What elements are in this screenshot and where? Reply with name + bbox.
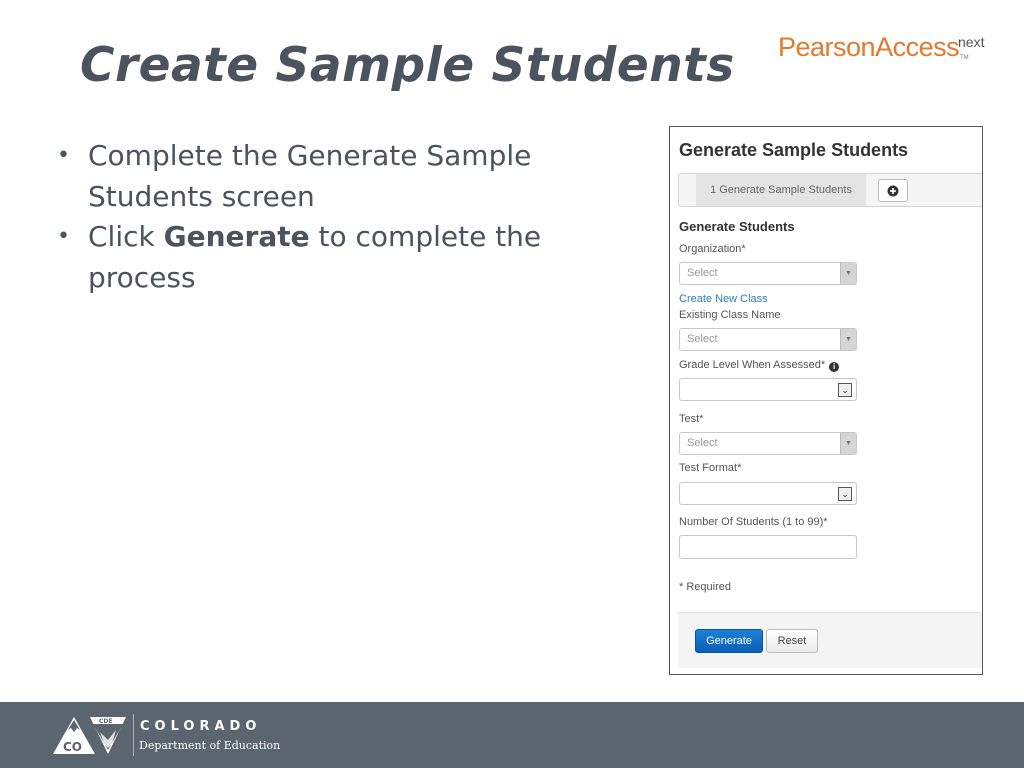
bullet-list: • Complete the Generate Sample Students … — [55, 136, 615, 298]
existing-class-label: Existing Class Name — [679, 309, 781, 321]
test-format-select[interactable]: ⌄ — [679, 482, 857, 505]
screen-title: Generate Sample Students — [679, 140, 909, 160]
bullet-item: • Complete the Generate Sample Students … — [55, 136, 615, 217]
department-label: Department of Education — [139, 739, 281, 752]
grade-level-label-text: Grade Level When Assessed* — [679, 359, 826, 371]
add-step-button[interactable] — [878, 179, 908, 202]
info-icon[interactable]: i — [829, 362, 840, 372]
bullet-text-bold: Generate — [163, 220, 310, 253]
create-new-class-link[interactable]: Create New Class — [679, 293, 768, 305]
num-students-label: Number Of Students (1 to 99)* — [679, 516, 828, 528]
bullet-item: • Click Generate to complete the process — [55, 217, 615, 298]
bullet-text: Complete the Generate Sample Students sc… — [88, 139, 532, 213]
existing-class-placeholder: Select — [687, 333, 718, 345]
dropdown-arrow-icon: ▼ — [840, 433, 856, 454]
wizard-bar: 1 Generate Sample Students — [678, 173, 982, 207]
test-format-label: Test Format* — [679, 462, 742, 474]
form-actions: Generate Reset — [678, 612, 982, 668]
test-placeholder: Select — [687, 437, 718, 449]
grade-level-label: Grade Level When Assessed* i — [679, 359, 840, 372]
required-note: * Required — [679, 581, 731, 593]
reset-button[interactable]: Reset — [766, 629, 818, 653]
existing-class-select[interactable]: Select ▼ — [679, 328, 857, 351]
grade-level-select[interactable]: ⌄ — [679, 378, 857, 401]
organization-select[interactable]: Select ▼ — [679, 262, 857, 285]
organization-placeholder: Select — [687, 267, 718, 279]
generate-sample-students-screenshot: Generate Sample Students 1 Generate Samp… — [669, 126, 983, 675]
test-label: Test* — [679, 413, 704, 425]
chevron-down-icon: ⌄ — [838, 487, 852, 501]
footer-band: CO CDE COLORADO Department of Education — [0, 702, 1024, 768]
organization-label: Organization* — [679, 243, 746, 255]
trademark-label: TM — [960, 55, 969, 61]
colorado-label: COLORADO — [140, 719, 262, 734]
test-select[interactable]: Select ▼ — [679, 432, 857, 455]
bullet-text-pre: Click — [88, 220, 164, 253]
cde-logo-icon: CO CDE — [53, 717, 126, 754]
slide-title: Create Sample Students — [80, 38, 735, 93]
logo-divider — [133, 714, 134, 756]
section-title: Generate Students — [679, 219, 795, 234]
bullet-dot-icon: • — [57, 143, 70, 168]
pearson-access-next-label: next — [958, 34, 985, 50]
pearson-access-logo: PearsonAccess — [778, 32, 960, 62]
generate-button[interactable]: Generate — [695, 629, 763, 653]
plus-circle-icon — [887, 185, 899, 196]
dropdown-arrow-icon: ▼ — [840, 329, 856, 350]
chevron-down-icon: ⌄ — [838, 383, 852, 397]
bullet-dot-icon: • — [57, 224, 70, 249]
dropdown-arrow-icon: ▼ — [840, 263, 856, 284]
wizard-step-1[interactable]: 1 Generate Sample Students — [696, 174, 866, 206]
svg-text:CDE: CDE — [99, 718, 112, 725]
svg-text:CO: CO — [63, 740, 82, 754]
num-students-input[interactable] — [679, 535, 857, 559]
